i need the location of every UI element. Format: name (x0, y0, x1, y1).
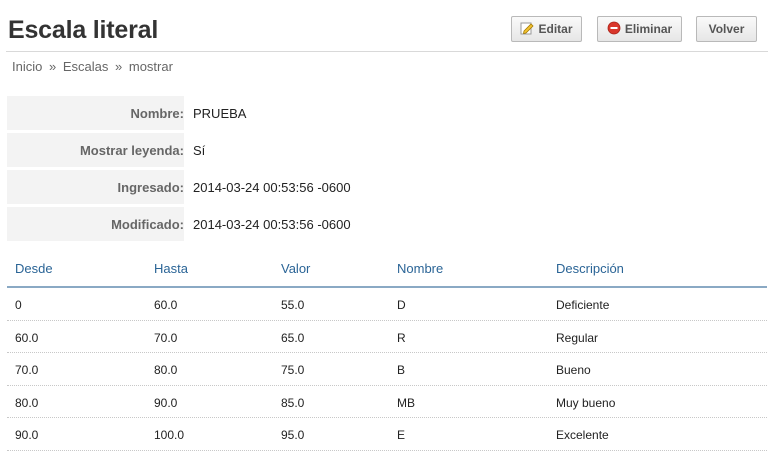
cell-hasta: 100.0 (154, 428, 185, 443)
back-button[interactable]: Volver (696, 16, 757, 42)
breadcrumb: Inicio » Escalas » mostrar (12, 59, 173, 74)
cell-hasta: 60.0 (154, 298, 178, 312)
detail-row-ingresado: Ingresado: 2014-03-24 00:53:56 -0600 (7, 170, 767, 204)
detail-value: PRUEBA (193, 105, 247, 121)
cell-nombre: B (397, 363, 406, 378)
column-header-hasta: Hasta (154, 261, 188, 276)
table-row: 80.0 90.0 85.0 MB Muy bueno (7, 386, 767, 419)
detail-row-nombre: Nombre: PRUEBA (7, 96, 767, 130)
detail-value: 2014-03-24 00:53:56 -0600 (193, 216, 351, 232)
detail-label: Ingresado: (7, 170, 184, 204)
details-panel: Nombre: PRUEBA Mostrar leyenda: Sí Ingre… (7, 96, 767, 244)
cell-valor: 55.0 (281, 298, 305, 312)
table-header: Desde Hasta Valor Nombre Descripción (7, 252, 767, 288)
cell-hasta: 70.0 (154, 330, 178, 345)
cell-descripcion: Muy bueno (556, 395, 616, 410)
breadcrumb-current: mostrar (128, 59, 173, 74)
delete-button-label: Eliminar (624, 22, 673, 36)
cell-hasta: 90.0 (154, 395, 178, 410)
detail-label: Nombre: (7, 96, 184, 130)
back-button-label: Volver (708, 22, 745, 36)
detail-row-mostrar-leyenda: Mostrar leyenda: Sí (7, 133, 767, 167)
column-header-valor: Valor (281, 261, 311, 276)
column-header-nombre: Nombre (397, 261, 444, 276)
cell-valor: 85.0 (281, 395, 305, 410)
cell-descripcion: Bueno (556, 363, 591, 378)
cell-nombre: MB (397, 395, 415, 410)
cell-descripcion: Regular (556, 330, 599, 345)
detail-label: Modificado: (7, 207, 184, 241)
cell-valor: 75.0 (281, 363, 305, 378)
cell-hasta: 80.0 (154, 363, 178, 378)
detail-row-modificado: Modificado: 2014-03-24 00:53:56 -0600 (7, 207, 767, 241)
cell-desde: 0 (15, 298, 22, 312)
breadcrumb-separator: » (48, 59, 57, 74)
cell-valor: 95.0 (281, 428, 305, 443)
cell-nombre: D (397, 298, 406, 312)
page-title: Escala literal (8, 16, 159, 44)
scale-table: Desde Hasta Valor Nombre Descripción 0 6… (7, 252, 767, 451)
detail-value: Sí (193, 142, 206, 158)
pencil-icon (520, 21, 535, 38)
column-header-desde: Desde (15, 261, 53, 276)
delete-button[interactable]: Eliminar (597, 16, 682, 42)
column-header-descripcion: Descripción (556, 261, 624, 276)
table-row: 60.0 70.0 65.0 R Regular (7, 321, 767, 354)
cell-desde: 90.0 (15, 428, 39, 443)
cell-desde: 60.0 (15, 330, 39, 345)
cell-valor: 65.0 (281, 330, 305, 345)
detail-label: Mostrar leyenda: (7, 133, 184, 167)
breadcrumb-link-inicio[interactable]: Inicio (12, 59, 42, 74)
cell-descripcion: Excelente (556, 428, 609, 443)
detail-value: 2014-03-24 00:53:56 -0600 (193, 179, 351, 195)
breadcrumb-separator: » (115, 59, 123, 74)
cell-desde: 70.0 (15, 363, 39, 378)
delete-icon (607, 21, 621, 38)
cell-nombre: R (397, 330, 406, 345)
cell-nombre: E (397, 428, 406, 443)
cell-desde: 80.0 (15, 395, 39, 410)
breadcrumb-link-escalas[interactable]: Escalas (63, 59, 109, 74)
edit-button-label: Editar (538, 22, 573, 36)
table-row: 70.0 80.0 75.0 B Bueno (7, 353, 767, 386)
table-row: 0 60.0 55.0 D Deficiente (7, 288, 767, 321)
table-row: 90.0 100.0 95.0 E Excelente (7, 418, 767, 451)
title-divider (6, 51, 768, 52)
cell-descripcion: Deficiente (556, 298, 610, 312)
edit-button[interactable]: Editar (511, 16, 582, 42)
